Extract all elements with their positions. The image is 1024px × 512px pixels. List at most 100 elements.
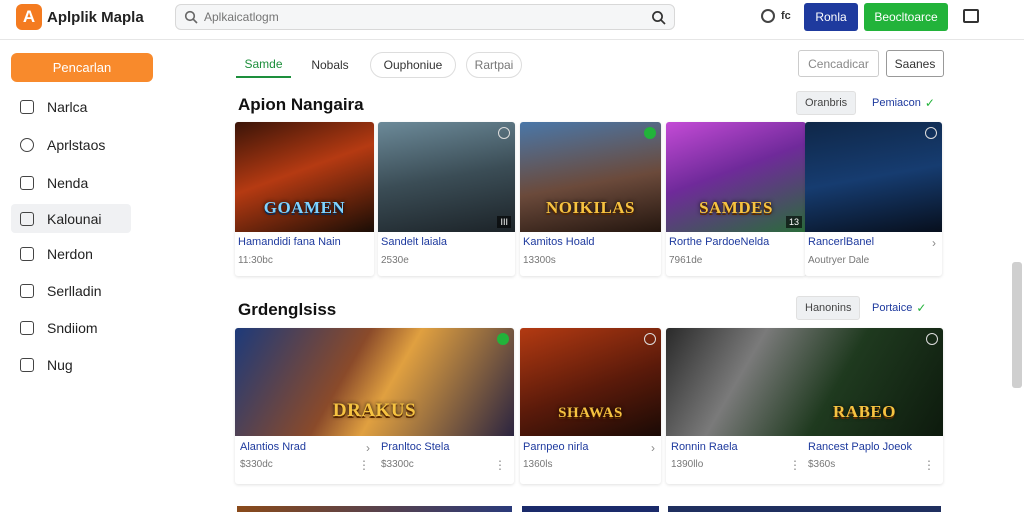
tile-title: Parnpeo nirla (523, 441, 589, 453)
more-options-icon[interactable]: ⋮ (494, 458, 506, 472)
game-thumbnail: RABEO (666, 328, 943, 436)
sidebar-item-7[interactable]: Nug (11, 350, 131, 379)
section-title: Grdenglsiss (238, 300, 337, 319)
check-icon: ✓ (924, 96, 935, 110)
tile-title: Rancest Paplo Joeok (808, 441, 912, 453)
sidebar-item-label: Narlca (47, 98, 88, 115)
game-thumbnail: SHAWAS (520, 328, 661, 436)
tile-title: Sandelt laiala (381, 236, 448, 248)
game-tile[interactable]: GOAMEN Hamandidi fana Nain 11:30bc (235, 122, 374, 276)
sidebar-item-5[interactable]: Serlladin (11, 276, 131, 305)
game-thumbnail (237, 506, 512, 512)
green-header-button[interactable]: Beocltoarce (864, 3, 948, 31)
sidebar-item-3[interactable]: Kalounai (11, 204, 131, 233)
check-icon[interactable] (497, 333, 509, 345)
sidebar-item-label: Nerdon (47, 245, 93, 262)
game-thumbnail (522, 506, 659, 512)
blue-header-button[interactable]: Ronla (804, 3, 858, 31)
home-icon (20, 99, 34, 114)
check-icon: ✓ (916, 301, 927, 315)
sidebar-item-label: Sndiiom (47, 319, 98, 336)
game-tile[interactable]: NOIKILAS Kamitos Hoald 13300s (520, 122, 661, 276)
chevron-right-icon[interactable]: › (651, 441, 655, 455)
tab-1[interactable]: Nobals (305, 52, 355, 78)
bookmark-icon (20, 175, 34, 190)
tab-2[interactable]: Ouphoniue (370, 52, 456, 78)
tile-title: Kamitos Hoald (523, 236, 595, 248)
chevron-right-icon[interactable]: › (932, 236, 936, 250)
tile-title: RancerlBanel (808, 236, 875, 248)
user-icon (20, 137, 34, 152)
calendar-icon (20, 320, 34, 335)
sidebar-item-0[interactable]: Narlca (11, 92, 131, 121)
thumbnail-label: GOAMEN (263, 198, 346, 217)
settings-icon[interactable] (761, 9, 775, 23)
sidebar: Pencarlan Narlca Aprlstaos Nenda Kalouna… (0, 41, 165, 512)
sidebar-item-1[interactable]: Aprlstaos (11, 130, 131, 159)
scrollbar-thumb[interactable] (1012, 262, 1022, 388)
search-input[interactable] (204, 7, 644, 27)
tile-title: Rorthe PardoeNelda (669, 236, 770, 248)
tile-subtitle: 13300s (523, 255, 556, 266)
game-thumbnail: NOIKILAS (520, 122, 661, 232)
game-tile[interactable]: SAMDES 13 Rorthe PardoeNelda 7961de (666, 122, 806, 276)
tab-0[interactable]: Samde (236, 52, 291, 78)
sidebar-item-2[interactable]: Nenda (11, 168, 131, 197)
tile-subtitle: 1360ls (523, 459, 553, 470)
more-options-icon[interactable]: ⋮ (358, 458, 370, 472)
tile-subtitle: $360s (808, 459, 836, 470)
tile-subtitle: Aoutryer Dale (808, 255, 870, 266)
game-thumbnail: SAMDES 13 (666, 122, 806, 232)
top-header: A Aplplik Mapla fc Ronla Beocltoarce (0, 0, 1024, 40)
section-link-label: Portaice (872, 302, 913, 314)
app-logo-icon[interactable]: A (16, 4, 42, 30)
tile-title: Alantios Nrad (240, 441, 307, 453)
thumbnail-label: NOIKILAS (545, 198, 636, 217)
sidebar-primary-button[interactable]: Pencarlan (11, 53, 153, 82)
tile-subtitle: 2530e (381, 255, 409, 266)
game-tile[interactable]: III Sandelt laiala 2530e (378, 122, 515, 276)
image-icon[interactable] (963, 9, 979, 23)
tile-corner-badge: 13 (785, 216, 802, 228)
game-thumbnail (805, 122, 942, 232)
game-tile[interactable]: SHAWAS Parnpeo nirla › 1360ls (520, 328, 661, 484)
more-options-icon[interactable]: ⋮ (923, 458, 935, 472)
favorite-icon[interactable] (926, 333, 938, 345)
tile-subtitle: $3300c (381, 459, 414, 470)
sidebar-item-label: Aprlstaos (47, 136, 106, 153)
favorite-icon[interactable] (925, 127, 937, 139)
save-button[interactable]: Saanes (886, 50, 944, 77)
section-gray-button[interactable]: Oranbris (796, 91, 857, 115)
tile-subtitle: $330dc (240, 459, 273, 470)
tile-subtitle: 1390llo (671, 459, 704, 470)
game-tile[interactable]: RancerlBanel › Aoutryer Dale (805, 122, 942, 276)
tile-subtitle: 11:30bc (238, 255, 273, 266)
game-thumbnail (668, 506, 941, 512)
search-submit-icon[interactable] (651, 10, 666, 25)
sidebar-item-label: Nenda (47, 174, 89, 191)
cancel-button[interactable]: Cencadicar (798, 50, 879, 77)
search-icon (184, 10, 198, 24)
sidebar-item-label: Kalounai (47, 210, 102, 227)
section-link-button[interactable]: Pemiacon ✓ (872, 91, 935, 115)
header-small-label[interactable]: fc (781, 10, 791, 22)
grid-icon (20, 246, 34, 261)
app-title: Aplplik Mapla (47, 9, 144, 26)
section-gray-button[interactable]: Hanonins (796, 296, 861, 320)
check-icon[interactable] (644, 127, 656, 139)
sidebar-item-4[interactable]: Nerdon (11, 239, 131, 268)
section-link-button[interactable]: Portaice ✓ (872, 296, 926, 320)
game-tile[interactable]: RABEO Ronnin Raela 1390llo ⋮ Rancest Pap… (666, 328, 943, 484)
tab-3[interactable]: Rartpai (466, 52, 522, 78)
chevron-right-icon[interactable]: › (366, 441, 370, 455)
game-tile[interactable]: DRAKUS Alantios Nrad › $330dc ⋮ Pranltoc… (235, 328, 514, 484)
tile-title: Pranltoc Stela (381, 441, 450, 453)
tile-title: Ronnin Raela (671, 441, 738, 453)
search-bar[interactable] (175, 4, 675, 30)
sidebar-item-6[interactable]: Sndiiom (11, 313, 131, 342)
more-options-icon[interactable]: ⋮ (789, 458, 801, 472)
sidebar-item-label: Serlladin (47, 282, 102, 299)
thumbnail-label: SHAWAS (558, 405, 623, 421)
favorite-icon[interactable] (644, 333, 656, 345)
favorite-icon[interactable] (498, 127, 510, 139)
